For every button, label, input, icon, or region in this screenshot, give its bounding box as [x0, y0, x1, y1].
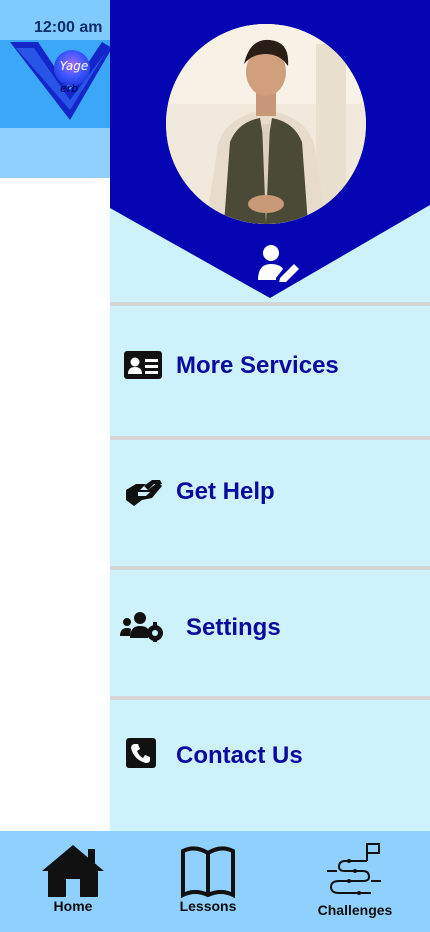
status-time: 12:00 am [34, 19, 103, 36]
menu-item-contact-us[interactable]: Contact Us [110, 696, 430, 832]
app-logo [10, 42, 112, 120]
phone-icon [126, 738, 156, 768]
logo-subtext: erb [60, 82, 79, 95]
menu-item-label: Settings [186, 614, 281, 641]
id-card-icon [124, 351, 162, 379]
nav-label: Home [53, 898, 93, 914]
menu-item-settings[interactable]: Settings [110, 566, 430, 700]
menu-item-label: More Services [176, 352, 339, 379]
navigation-drawer: More Services Get Help Settings Contact … [110, 0, 430, 832]
nav-home[interactable]: Home [38, 843, 108, 917]
home-icon [42, 845, 104, 897]
nav-label: Challenges [317, 902, 393, 918]
nav-label: Lessons [179, 898, 237, 914]
app-screen: 12:00 am Yage erb More Services Get Help… [0, 0, 430, 932]
handshake-icon [126, 480, 162, 506]
drawer-header [110, 0, 430, 300]
menu-item-get-help[interactable]: Get Help [110, 436, 430, 570]
users-gear-icon [120, 612, 163, 642]
profile-photo[interactable] [166, 24, 366, 224]
menu-item-label: Contact Us [176, 742, 303, 769]
route-flag-icon [327, 843, 381, 895]
nav-lessons[interactable]: Lessons [172, 843, 244, 917]
menu-item-label: Get Help [176, 478, 275, 505]
background-band [0, 128, 110, 178]
edit-user-icon[interactable] [256, 244, 300, 282]
menu-item-more-services[interactable]: More Services [110, 302, 430, 438]
profile-photo-image [166, 24, 366, 224]
nav-challenges[interactable]: Challenges [312, 841, 398, 921]
book-icon [181, 846, 235, 899]
bottom-navigation: Home Lessons Challenges [0, 831, 430, 932]
logo-text: Yage [59, 59, 89, 73]
